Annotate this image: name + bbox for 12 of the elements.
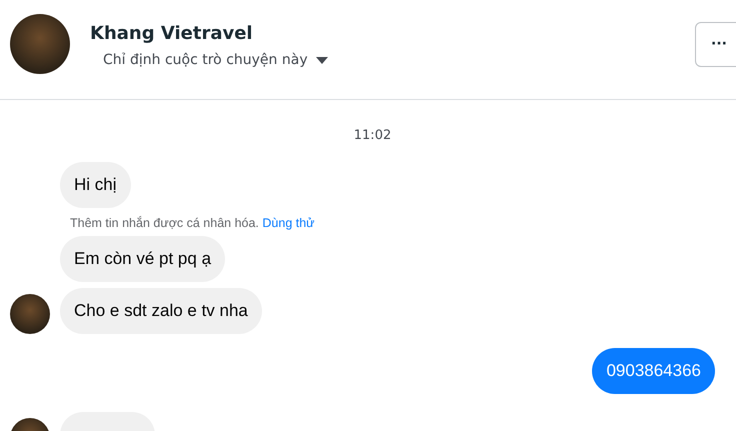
message-bubble: 0903864366	[592, 348, 715, 394]
contact-name: Khang Vietravel	[90, 22, 254, 46]
message-bubble: Em còn vé pt pq ạ	[60, 236, 226, 282]
personalized-message-notice: Thêm tin nhắn được cá nhân hóa. Dùng thử	[70, 214, 316, 232]
try-link[interactable]: Dùng thử	[262, 216, 315, 230]
caret-icon[interactable]	[316, 56, 328, 64]
message-bubble: Cho e sdt zalo e tv nha	[60, 288, 262, 334]
more-button[interactable]: ···	[695, 22, 736, 67]
timestamp: 11:02	[354, 128, 392, 143]
assign-conversation-link[interactable]: Chỉ định cuộc trò chuyện này	[103, 50, 308, 71]
sender-avatar[interactable]	[10, 294, 50, 334]
message-bubble: Hi chị	[60, 162, 131, 208]
